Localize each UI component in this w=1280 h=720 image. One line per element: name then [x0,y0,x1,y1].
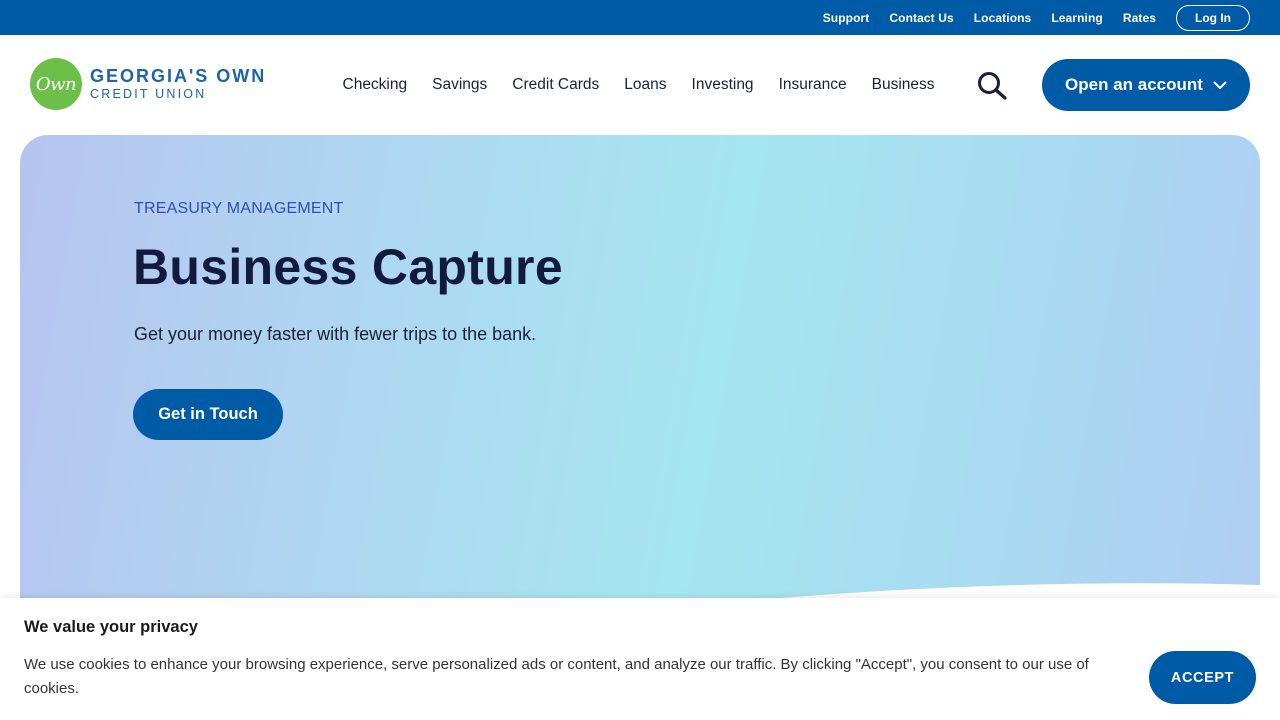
chevron-down-icon [1213,81,1227,89]
get-in-touch-button[interactable]: Get in Touch [133,389,283,440]
logo-wordmark: GEORGIA'S OWN CREDIT UNION [90,67,266,101]
page-title: Business Capture [133,239,563,295]
open-account-button[interactable]: Open an account [1042,59,1250,111]
logo-badge: Own [30,58,82,110]
hero-section: TREASURY MANAGEMENT Business Capture Get… [20,135,1260,655]
utility-link-support[interactable]: Support [823,11,870,25]
open-account-label: Open an account [1065,75,1203,94]
logo-badge-text: Own [35,73,77,95]
nav-item-investing[interactable]: Investing [692,76,754,94]
logo-line-2: CREDIT UNION [90,87,207,102]
utility-links: Support Contact Us Locations Learning Ra… [803,0,1250,35]
utility-link-rates[interactable]: Rates [1123,11,1156,25]
utility-bar: Support Contact Us Locations Learning Ra… [0,0,1280,35]
utility-link-contact-us[interactable]: Contact Us [889,11,953,25]
search-button[interactable] [975,71,1009,101]
cookie-banner: We value your privacy We use cookies to … [0,598,1280,720]
primary-nav: Checking Savings Credit Cards Loans Inve… [330,35,947,135]
utility-link-locations[interactable]: Locations [974,11,1032,25]
nav-item-loans[interactable]: Loans [624,76,666,94]
main-header: Own GEORGIA'S OWN CREDIT UNION Checking … [0,35,1280,135]
hero-subtitle: Get your money faster with fewer trips t… [134,324,537,344]
cookie-banner-text: We use cookies to enhance your browsing … [24,656,1089,697]
utility-link-learning[interactable]: Learning [1051,11,1102,25]
nav-item-savings[interactable]: Savings [432,76,487,94]
nav-item-insurance[interactable]: Insurance [779,76,847,94]
accept-cookies-button[interactable]: ACCEPT [1149,651,1256,704]
hero-eyebrow: TREASURY MANAGEMENT [134,200,344,217]
site-logo[interactable]: Own GEORGIA'S OWN CREDIT UNION [30,58,266,110]
logo-line-1: GEORGIA'S OWN [90,66,267,87]
search-icon [978,72,1007,100]
nav-item-checking[interactable]: Checking [343,76,408,94]
cookie-banner-title: We value your privacy [24,618,198,636]
login-button[interactable]: Log In [1176,4,1250,31]
nav-item-business[interactable]: Business [872,76,935,94]
nav-item-credit-cards[interactable]: Credit Cards [512,76,599,94]
